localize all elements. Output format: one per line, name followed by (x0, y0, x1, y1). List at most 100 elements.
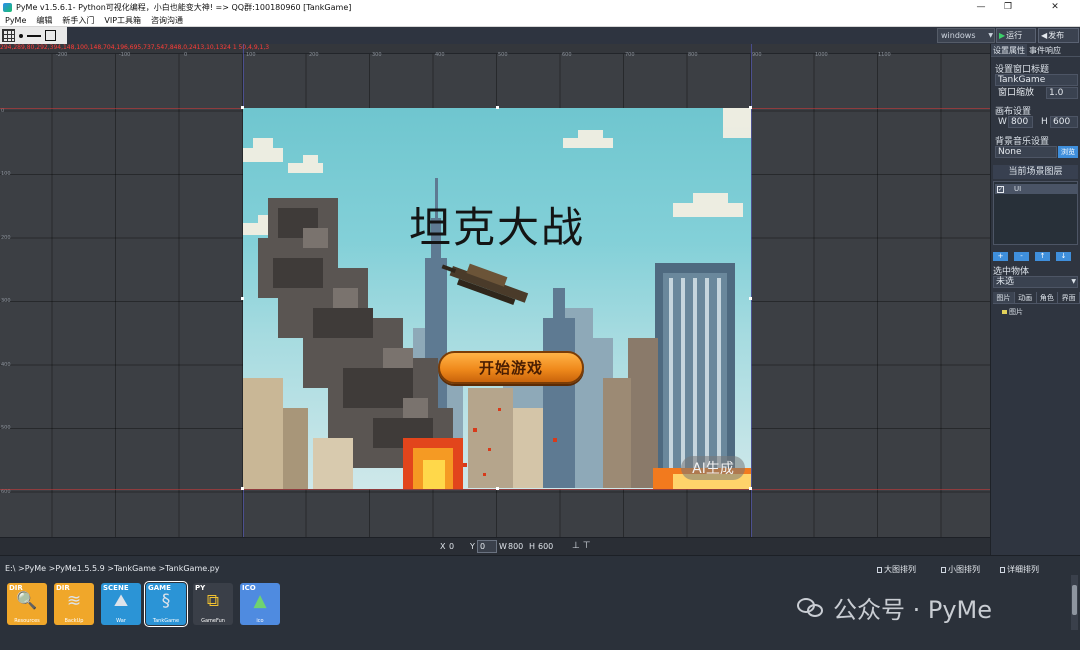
layer-visible-checkbox[interactable]: ✓ (997, 185, 1004, 193)
zoom-input[interactable]: 1.0 (1046, 87, 1078, 99)
move-layer-down-button[interactable]: ↓ (1056, 252, 1071, 261)
view-large-icons-option[interactable]: 大图排列 (877, 564, 916, 575)
tab-animations[interactable]: 动画 (1015, 292, 1037, 303)
line-tool-icon[interactable] (27, 34, 41, 37)
maximize-button[interactable]: ❐ (993, 0, 1023, 14)
rect-tool-icon[interactable] (45, 30, 56, 41)
resize-handle-e[interactable] (749, 297, 752, 300)
platform-select[interactable]: windows ▼ (937, 28, 995, 43)
platform-value: windows (941, 31, 976, 40)
close-button[interactable]: ✕ (1040, 0, 1070, 14)
menu-vip-toolbox[interactable]: VIP工具箱 (99, 15, 146, 26)
ai-generated-badge: AI生成 (681, 456, 745, 480)
window-title-input[interactable]: TankGame (995, 74, 1078, 86)
ruler-tick-vertical: 200 (1, 235, 11, 241)
h-label: H (529, 542, 536, 551)
ruler-tick: 700 (625, 52, 635, 58)
ruler-tick: 100 (246, 52, 256, 58)
x-label: X (440, 542, 446, 551)
resize-handle-sw[interactable] (241, 487, 244, 490)
tab-characters[interactable]: 角色 (1037, 292, 1059, 303)
view-details-label: 详细排列 (1007, 565, 1039, 574)
resize-handle-s[interactable] (496, 487, 499, 490)
bgm-input[interactable]: None (995, 146, 1057, 158)
menu-pyme[interactable]: PyMe (0, 16, 31, 25)
asset-tabs: 图片 动画 角色 界面 (993, 292, 1080, 304)
ruler-tick: 300 (372, 52, 382, 58)
h-value[interactable]: 600 (538, 542, 553, 551)
resize-handle-n[interactable] (496, 106, 499, 109)
x-value[interactable]: 0 (449, 542, 454, 551)
file-name: ico (256, 618, 264, 624)
file-item-gamefun[interactable]: PY ⧉ GameFun (193, 583, 233, 625)
design-canvas[interactable]: 294,289,80,292,394,148,100,148,704,196,6… (0, 44, 990, 537)
view-large-icon (877, 566, 882, 573)
python-logo-icon: ⧉ (206, 591, 220, 611)
ruler-tick: 400 (435, 52, 445, 58)
resize-handle-nw[interactable] (241, 106, 244, 109)
ruler-tick: 1100 (878, 52, 891, 58)
layer-row[interactable]: ✓ UI (995, 184, 1078, 194)
point-tool-icon[interactable] (19, 33, 23, 38)
view-details-option[interactable]: 详细排列 (1000, 564, 1039, 575)
wechat-icon (797, 596, 825, 620)
run-button[interactable]: ▶ 运行 (996, 28, 1036, 43)
zoom-label: 窗口缩放 (995, 87, 1045, 99)
remove-layer-button[interactable]: - (1014, 252, 1029, 261)
asset-tree-label: 图片 (1009, 308, 1023, 316)
menu-getting-started[interactable]: 新手入门 (57, 15, 99, 26)
toolbar: windows ▼ ▶ 运行 ◀ 发布 (0, 27, 1080, 44)
canvas-width-input[interactable]: 800 (1008, 116, 1033, 128)
file-item-tankgame[interactable]: GAME § TankGame (144, 581, 188, 627)
title-bar: PyMe v1.5.6.1- Python可视化编程，小白也能变大神! => Q… (0, 0, 1080, 14)
menu-bar: PyMe 编辑 新手入门 VIP工具箱 咨询沟通 (0, 14, 1080, 27)
resize-handle-se[interactable] (749, 487, 752, 490)
ruler-tick-vertical: 400 (1, 362, 11, 368)
pyme-editor-window: PyMe v1.5.6.1- Python可视化编程，小白也能变大神! => Q… (0, 0, 1080, 650)
tab-images[interactable]: 图片 (993, 292, 1015, 303)
canvas-boundary-bottom (0, 489, 990, 490)
ruler-tick-vertical: 300 (1, 298, 11, 304)
tab-properties[interactable]: 设置属性 (991, 44, 1027, 56)
file-panel-scrollbar[interactable] (1071, 575, 1078, 630)
canvas-height-input[interactable]: 600 (1050, 116, 1078, 128)
properties-tabs: 设置属性 事件响应 (991, 44, 1080, 57)
watermark-text: 公众号 · PyMe (833, 596, 993, 624)
resize-handle-w[interactable] (241, 297, 244, 300)
folder-icon (1002, 310, 1007, 314)
y-label: Y (470, 542, 475, 551)
file-name: BackUp (64, 618, 84, 624)
move-layer-up-button[interactable]: ↑ (1035, 252, 1050, 261)
file-item-ico[interactable]: ICO ▲ ico (240, 583, 280, 625)
tab-interfaces[interactable]: 界面 (1058, 292, 1080, 303)
view-small-icons-option[interactable]: 小图排列 (941, 564, 980, 575)
resize-handle-ne[interactable] (749, 106, 752, 109)
file-item-resources[interactable]: DIR 🔍 Resources (7, 583, 47, 625)
scrollbar-thumb[interactable] (1072, 585, 1077, 615)
menu-consult[interactable]: 咨询沟通 (146, 15, 188, 26)
add-layer-button[interactable]: + (993, 252, 1008, 261)
window-title: PyMe v1.5.6.1- Python可视化编程，小白也能变大神! => Q… (16, 2, 352, 12)
canvas-boundary-right (751, 44, 752, 537)
grid-toggle-icon[interactable] (2, 29, 15, 42)
game-title: 坦克大战 (408, 203, 585, 252)
w-value[interactable]: 800 (508, 542, 523, 551)
game-scene-background[interactable]: 坦克大战 开始游戏 AI生成 (243, 108, 751, 489)
horizontal-ruler: 294,289,80,292,394,148,100,148,704,196,6… (0, 44, 990, 58)
selected-object-select[interactable]: 未选 ▼ (993, 276, 1078, 288)
tab-events[interactable]: 事件响应 (1027, 44, 1063, 56)
publish-button[interactable]: ◀ 发布 (1038, 28, 1079, 43)
browse-button[interactable]: 浏览 (1058, 146, 1078, 158)
start-game-button[interactable]: 开始游戏 (438, 351, 584, 384)
file-breadcrumb: E:\ >PyMe >PyMe1.5.5.9 >TankGame >TankGa… (5, 564, 220, 573)
y-input[interactable]: 0 (477, 540, 497, 553)
run-label: 运行 (1006, 31, 1023, 40)
asset-tree-item[interactable]: 图片 (1002, 307, 1023, 317)
layer-name: UI (1014, 185, 1022, 193)
file-item-war-scene[interactable]: SCENE ⛰ War (101, 583, 141, 625)
menu-edit[interactable]: 编辑 (31, 15, 57, 26)
file-item-backup[interactable]: DIR ≋ BackUp (54, 583, 94, 625)
minimize-button[interactable]: — (966, 0, 996, 14)
ruler-tick: -200 (56, 52, 68, 58)
align-tools-icon[interactable]: ⊥ ⊤ (572, 541, 596, 552)
